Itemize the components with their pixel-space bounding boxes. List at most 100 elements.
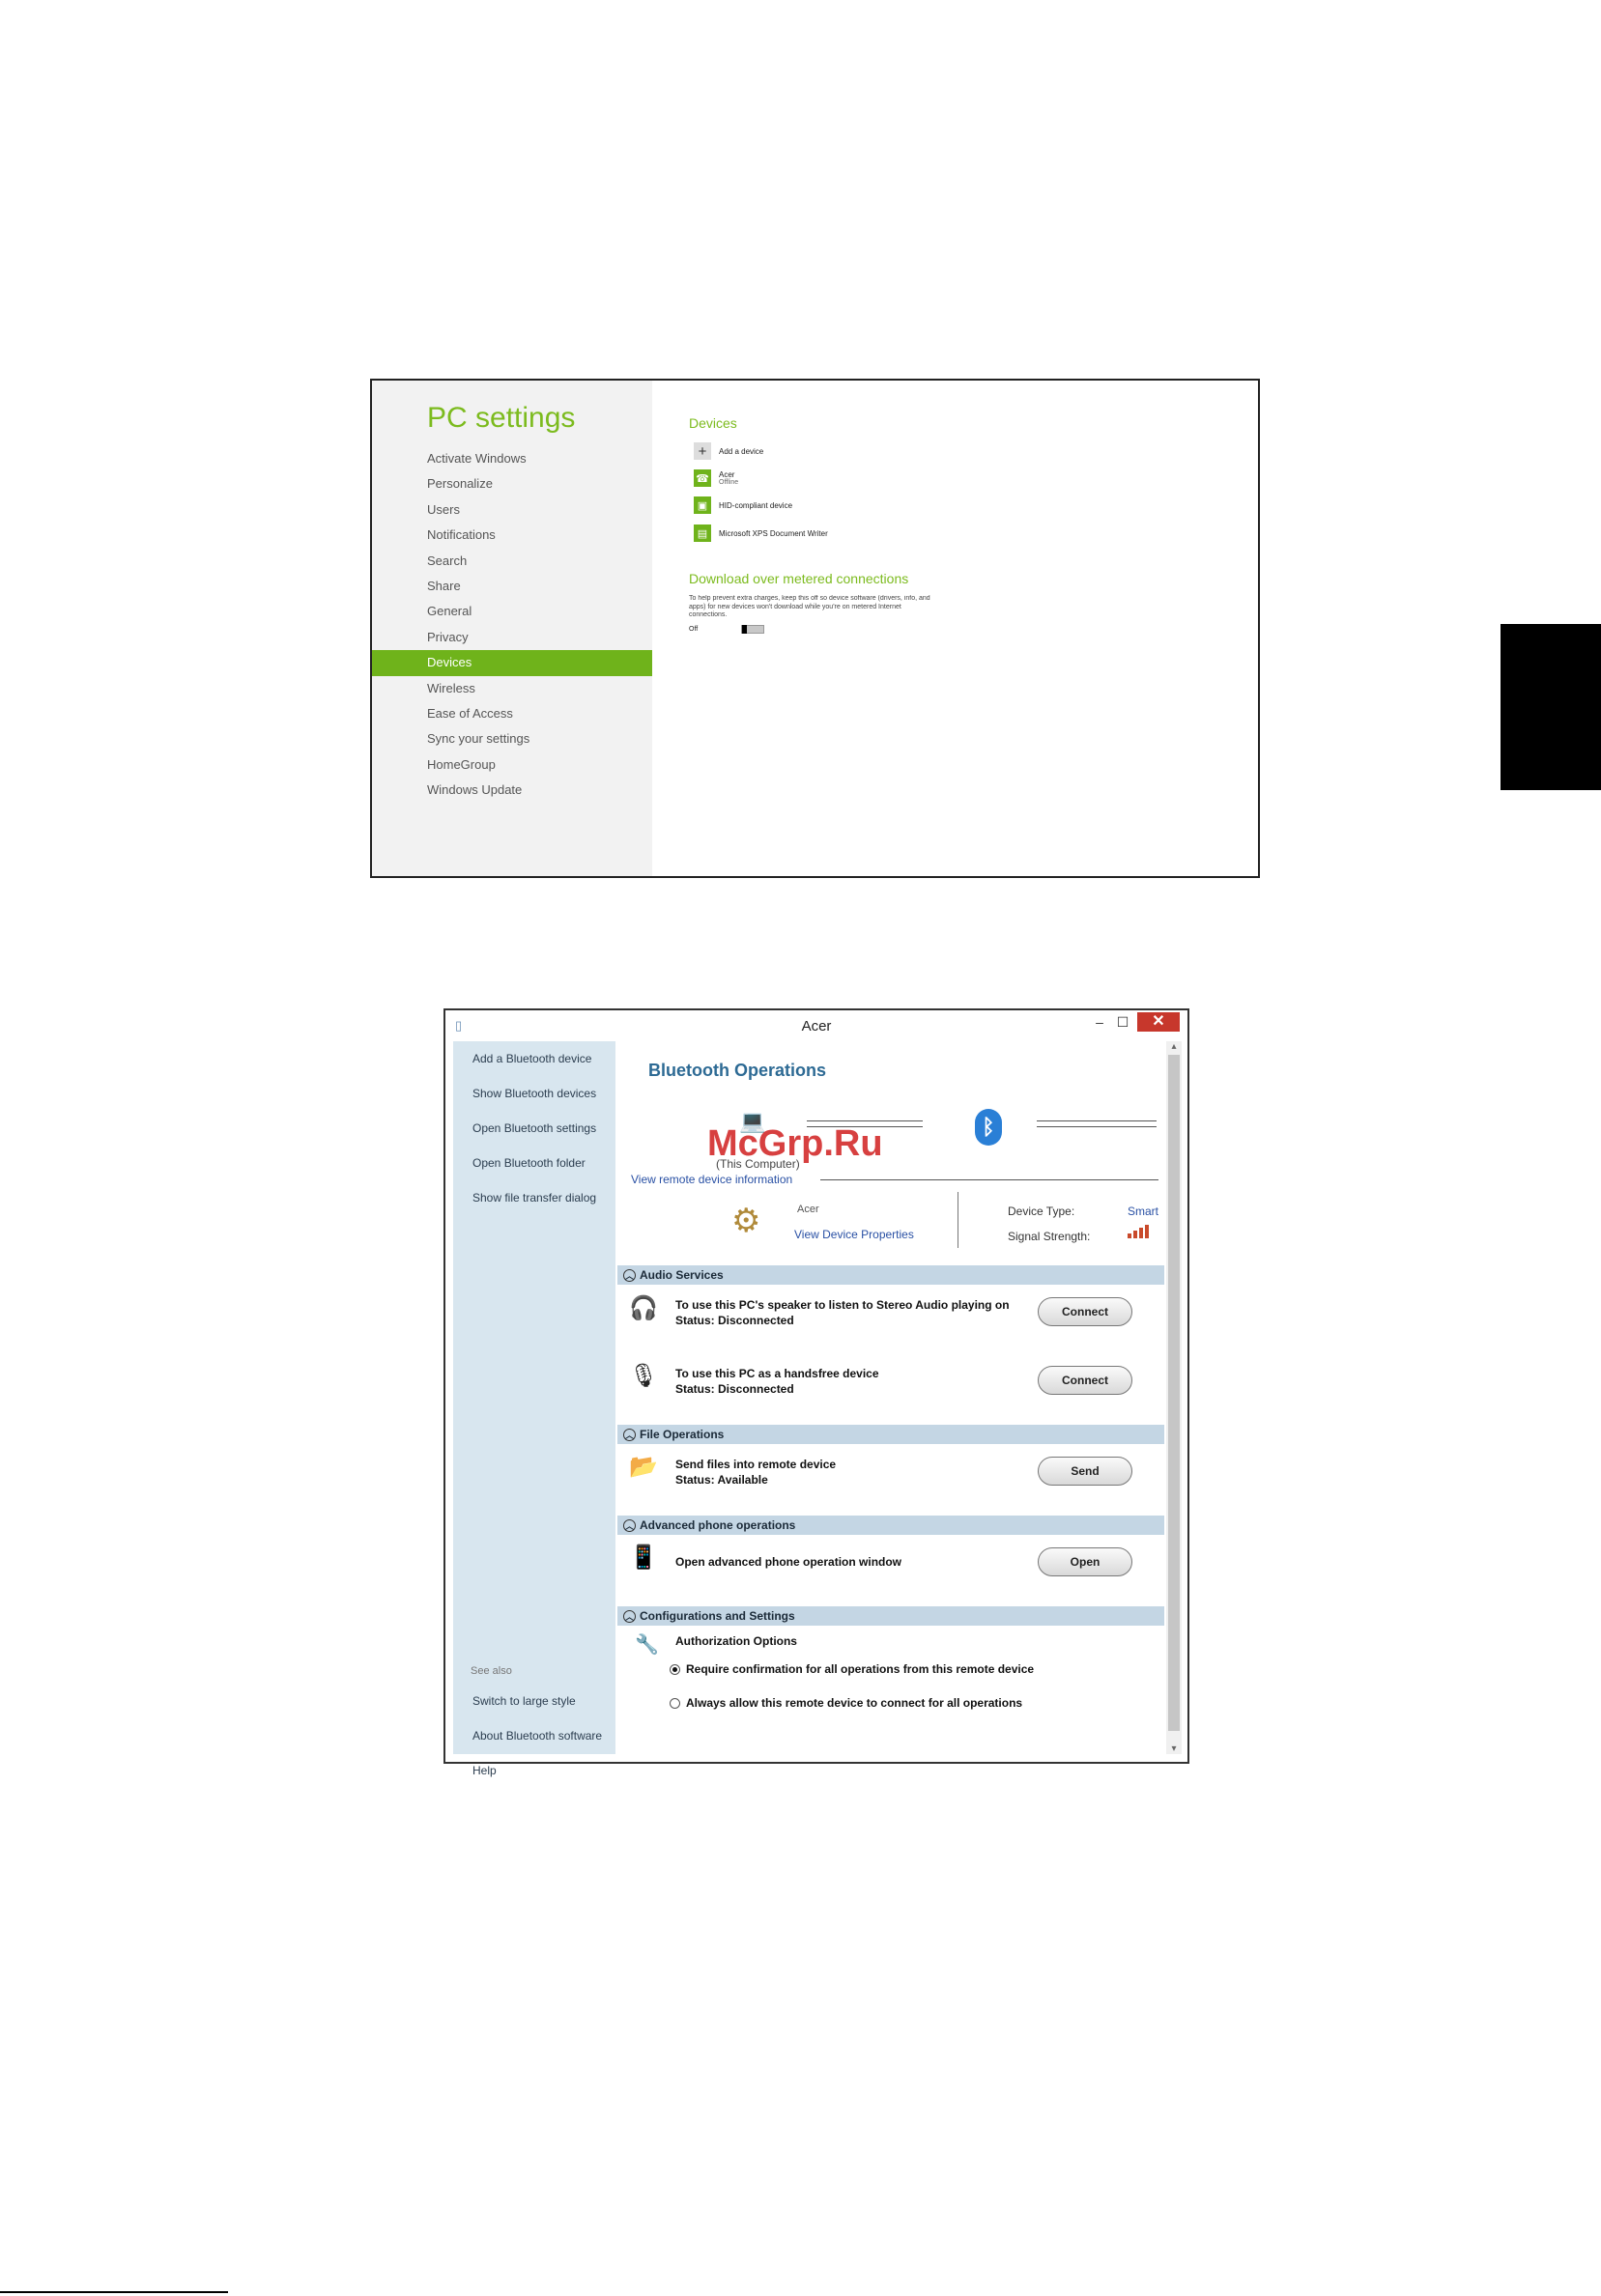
- hid-device-icon: ▣: [694, 496, 711, 514]
- radio-require-confirmation[interactable]: Require confirmation for all operations …: [670, 1662, 1034, 1676]
- open-bluetooth-settings-link[interactable]: Open Bluetooth settings: [472, 1121, 596, 1135]
- bluetooth-operations-panel: Bluetooth Operations 💻 ᛒ (This Computer)…: [617, 1041, 1164, 1754]
- nav-item-personalize[interactable]: Personalize: [372, 471, 652, 496]
- window-title: Acer: [801, 1018, 832, 1035]
- nav-item-search[interactable]: Search: [372, 549, 652, 574]
- scroll-down-arrow-icon[interactable]: ▾: [1166, 1743, 1182, 1754]
- radio-button[interactable]: [670, 1663, 680, 1675]
- handsfree-status: Status: Disconnected: [675, 1382, 794, 1396]
- view-device-properties-link[interactable]: View Device Properties: [794, 1228, 914, 1241]
- pc-settings-nav-list: Activate Windows Personalize Users Notif…: [372, 446, 652, 803]
- nav-item-general[interactable]: General: [372, 599, 652, 624]
- collapse-icon[interactable]: ︿: [623, 1610, 636, 1624]
- remote-device-name: Acer: [797, 1204, 819, 1215]
- open-button[interactable]: Open: [1038, 1547, 1132, 1576]
- nav-item-share[interactable]: Share: [372, 574, 652, 599]
- device-name: Acer: [719, 469, 735, 479]
- page-index-tab: [1501, 624, 1601, 790]
- nav-item-privacy[interactable]: Privacy: [372, 625, 652, 650]
- section-title: File Operations: [640, 1428, 725, 1441]
- connection-line: [1037, 1126, 1157, 1127]
- nav-item-users[interactable]: Users: [372, 497, 652, 523]
- stereo-audio-title: To use this PC's speaker to listen to St…: [675, 1298, 1010, 1312]
- bluetooth-icon: ᛒ: [975, 1109, 1002, 1146]
- device-item-hid[interactable]: ▣ HID-compliant device: [694, 496, 792, 514]
- nav-item-homegroup[interactable]: HomeGroup: [372, 752, 652, 778]
- show-bluetooth-devices-link[interactable]: Show Bluetooth devices: [472, 1087, 596, 1100]
- add-device-button[interactable]: + Add a device: [694, 442, 763, 460]
- nav-item-activate-windows[interactable]: Activate Windows: [372, 446, 652, 471]
- metered-heading: Download over metered connections: [689, 571, 909, 586]
- device-type-value[interactable]: Smart: [1128, 1205, 1158, 1218]
- device-item-acer[interactable]: ☎ Acer Offline: [694, 469, 738, 487]
- nav-item-sync-settings[interactable]: Sync your settings: [372, 726, 652, 751]
- minimize-button[interactable]: –: [1089, 1012, 1110, 1032]
- collapse-icon[interactable]: ︿: [623, 1429, 636, 1442]
- maximize-button[interactable]: ☐: [1112, 1012, 1133, 1032]
- help-link[interactable]: Help: [472, 1764, 497, 1777]
- connect-handsfree-button[interactable]: Connect: [1038, 1366, 1132, 1395]
- pc-settings-content: Devices + Add a device ☎ Acer Offline ▣ …: [652, 381, 1258, 876]
- connect-stereo-button[interactable]: Connect: [1038, 1297, 1132, 1326]
- metered-toggle[interactable]: [741, 625, 764, 634]
- authorization-icon: 🔧: [635, 1634, 659, 1656]
- radio-label: Always allow this remote device to conne…: [686, 1696, 1023, 1710]
- view-remote-info-link[interactable]: View remote device information: [631, 1173, 792, 1186]
- nav-item-wireless[interactable]: Wireless: [372, 676, 652, 701]
- handsfree-title: To use this PC as a handsfree device: [675, 1367, 879, 1380]
- pc-settings-nav: PC settings Activate Windows Personalize…: [372, 381, 652, 876]
- radio-label: Require confirmation for all operations …: [686, 1662, 1035, 1676]
- about-bluetooth-link[interactable]: About Bluetooth software: [472, 1729, 602, 1743]
- plus-icon: +: [694, 442, 711, 460]
- watermark: McGrp.Ru: [707, 1123, 883, 1164]
- section-title: Configurations and Settings: [640, 1609, 795, 1623]
- open-phone-title: Open advanced phone operation window: [675, 1555, 902, 1569]
- device-status: Offline: [719, 478, 739, 486]
- phone-operations-header[interactable]: ︿ Advanced phone operations: [617, 1516, 1164, 1535]
- nav-item-devices[interactable]: Devices: [372, 650, 652, 676]
- mobile-phone-icon: 📱: [629, 1545, 658, 1571]
- authorization-title: Authorization Options: [675, 1634, 797, 1648]
- headphones-icon: 🎧: [629, 1295, 658, 1321]
- open-bluetooth-folder-link[interactable]: Open Bluetooth folder: [472, 1156, 586, 1170]
- metered-description: To help prevent extra charges, keep this…: [689, 595, 930, 618]
- device-item-xps[interactable]: ▤ Microsoft XPS Document Writer: [694, 524, 828, 542]
- nav-item-windows-update[interactable]: Windows Update: [372, 778, 652, 803]
- vertical-scrollbar[interactable]: ▴ ▾: [1166, 1041, 1182, 1754]
- scroll-up-arrow-icon[interactable]: ▴: [1166, 1041, 1182, 1052]
- device-name: HID-compliant device: [719, 500, 793, 510]
- file-operations-header[interactable]: ︿ File Operations: [617, 1425, 1164, 1444]
- stereo-audio-status: Status: Disconnected: [675, 1314, 794, 1327]
- pc-settings-title: PC settings: [427, 402, 576, 434]
- config-settings-header[interactable]: ︿ Configurations and Settings: [617, 1606, 1164, 1626]
- nav-item-ease-of-access[interactable]: Ease of Access: [372, 701, 652, 726]
- switch-large-style-link[interactable]: Switch to large style: [472, 1694, 576, 1708]
- send-button[interactable]: Send: [1038, 1457, 1132, 1486]
- nav-item-notifications[interactable]: Notifications: [372, 523, 652, 548]
- show-file-transfer-link[interactable]: Show file transfer dialog: [472, 1191, 596, 1205]
- send-files-status: Status: Available: [675, 1473, 768, 1487]
- see-also-label: See also: [471, 1665, 512, 1677]
- printer-icon: ▤: [694, 524, 711, 542]
- close-button[interactable]: ✕: [1137, 1012, 1180, 1032]
- connection-line: [1037, 1120, 1157, 1121]
- headset-icon: 🎙: [629, 1363, 659, 1389]
- devices-heading: Devices: [689, 415, 737, 431]
- device-name: Microsoft XPS Document Writer: [719, 528, 828, 538]
- signal-strength-icon: [1128, 1225, 1149, 1238]
- collapse-icon[interactable]: ︿: [623, 1269, 636, 1283]
- separator-line: [820, 1179, 1158, 1180]
- section-title: Advanced phone operations: [640, 1518, 796, 1532]
- radio-button[interactable]: [670, 1697, 680, 1709]
- footer-rule: [0, 2291, 228, 2293]
- add-bluetooth-device-link[interactable]: Add a Bluetooth device: [472, 1052, 591, 1065]
- panel-heading: Bluetooth Operations: [648, 1061, 826, 1080]
- title-bar[interactable]: ▯ Acer – ☐ ✕: [445, 1010, 1187, 1041]
- send-files-title: Send files into remote device: [675, 1458, 837, 1471]
- radio-always-allow[interactable]: Always allow this remote device to conne…: [670, 1696, 1022, 1710]
- audio-services-header[interactable]: ︿ Audio Services: [617, 1265, 1164, 1285]
- connection-line: [807, 1120, 923, 1121]
- scroll-thumb[interactable]: [1168, 1055, 1180, 1731]
- collapse-icon[interactable]: ︿: [623, 1519, 636, 1533]
- pc-settings-screenshot: PC settings Activate Windows Personalize…: [370, 379, 1260, 878]
